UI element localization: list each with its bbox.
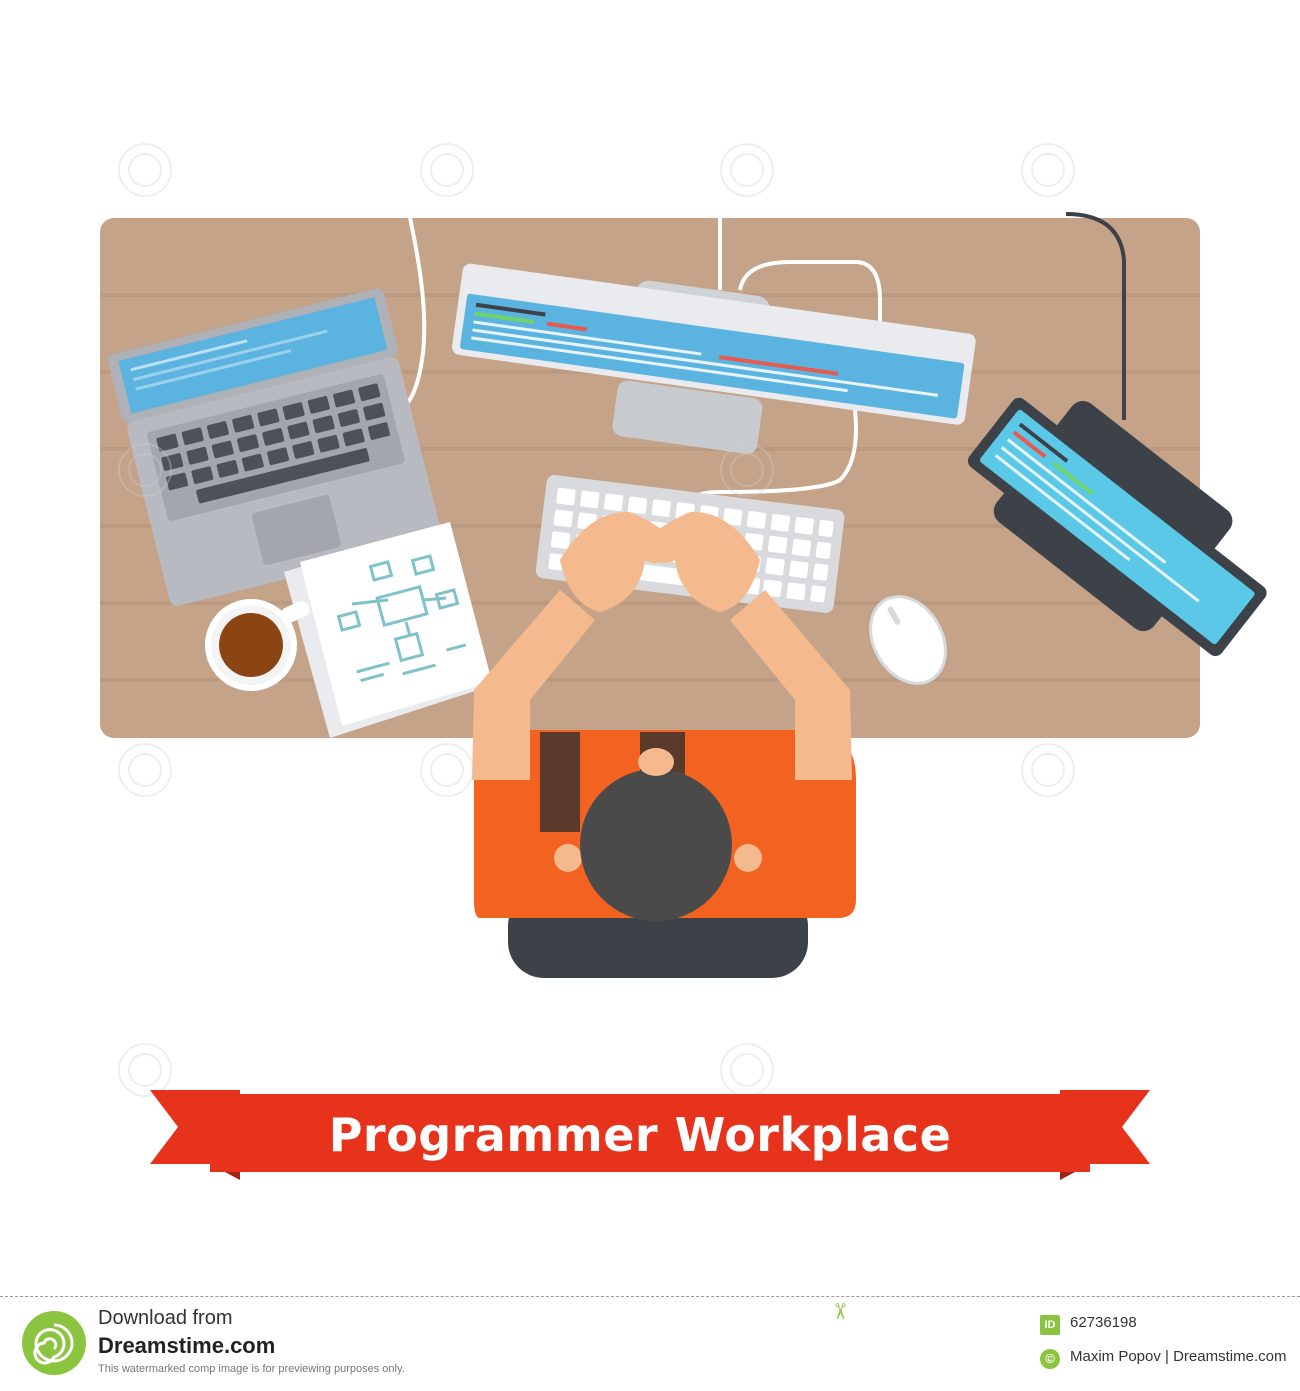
scissors-icon: ✂ — [826, 1302, 852, 1321]
stock-footer: Download from Dreamstime.com This waterm… — [0, 1296, 1300, 1391]
copyright-icon: © — [1040, 1349, 1060, 1369]
dreamstime-logo-icon — [22, 1311, 86, 1375]
download-from-text: Download from — [98, 1307, 233, 1329]
image-id: 62736198 — [1070, 1314, 1137, 1331]
id-badge: ID — [1040, 1315, 1060, 1335]
watermark-note: This watermarked comp image is for previ… — [98, 1363, 405, 1375]
site-name[interactable]: Dreamstime.com — [98, 1333, 275, 1359]
author-credit: Maxim Popov | Dreamstime.com — [1070, 1348, 1287, 1365]
banner-title: Programmer Workplace — [328, 1108, 952, 1162]
